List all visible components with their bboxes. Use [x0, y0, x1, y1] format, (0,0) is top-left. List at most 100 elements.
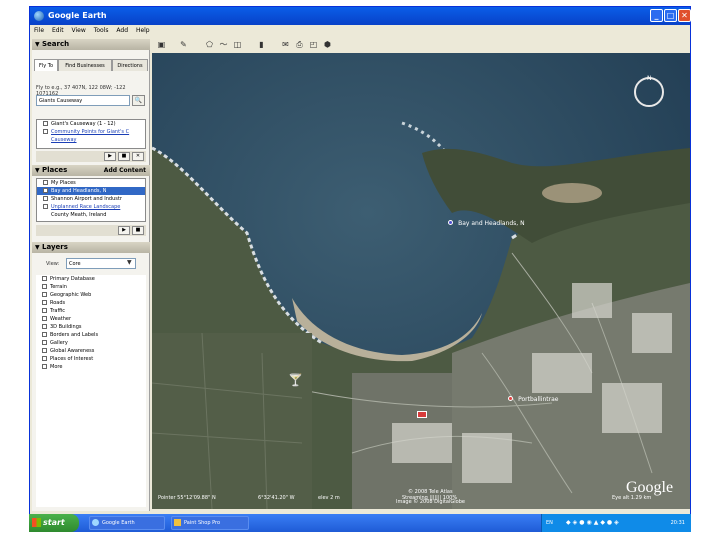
map-status-bar: Pointer 55°12'09.88" N 6°32'41.20" W ele… [152, 495, 690, 503]
menu-bar: File Edit View Tools Add Help [30, 25, 690, 37]
search-panel-title: Search [42, 40, 70, 48]
map-label: Bay and Headlands, N [458, 220, 525, 227]
start-button[interactable]: start [29, 514, 79, 532]
paint-shop-pro-icon [174, 519, 181, 526]
windows-logo-icon [32, 518, 41, 527]
sidebar-toggle-icon[interactable]: ▣ [156, 39, 167, 50]
cocktail-bar-icon[interactable]: 🍸 [288, 373, 303, 387]
lodging-icon[interactable] [417, 411, 427, 418]
layers-panel-header[interactable]: ▼ Layers [32, 242, 150, 253]
language-indicator[interactable]: EN [546, 514, 553, 532]
menu-help[interactable]: Help [136, 27, 150, 34]
placemark-icon[interactable]: ✎ [178, 39, 189, 50]
layers-list: Primary Database Terrain Geographic Web … [36, 275, 146, 507]
collapse-icon: ▼ [35, 41, 40, 48]
add-content-button[interactable]: Add Content [104, 165, 146, 176]
search-results-list: Giant's Causeway (1 - 12) Community Poin… [36, 119, 146, 149]
windows-taskbar: start Google Earth Paint Shop Pro EN ◆◈●… [29, 514, 691, 532]
places-panel-header[interactable]: ▼ Places Add Content [32, 165, 150, 176]
status-elevation: elev 2 m [318, 495, 340, 501]
satellite-map-view[interactable]: N Bay and Headlands, N Portballintrae 🍸 … [152, 53, 690, 509]
status-pointer: Pointer 55°12'09.88" N [158, 495, 216, 501]
stop-button[interactable]: ■ [132, 226, 144, 235]
list-item[interactable]: Terrain [36, 283, 146, 291]
collapse-icon: ▼ [35, 244, 40, 251]
collapse-icon: ▼ [35, 167, 40, 174]
play-button[interactable]: ▶ [118, 226, 130, 235]
placemark-pin-icon [508, 396, 513, 401]
list-item[interactable]: Global Awareness [36, 347, 146, 355]
map-label: Portballintrae [518, 396, 559, 403]
menu-edit[interactable]: Edit [52, 27, 64, 34]
menu-add[interactable]: Add [116, 27, 128, 34]
placemark-pin-icon [448, 220, 453, 225]
close-button[interactable]: ✕ [678, 9, 691, 22]
list-item[interactable]: Traffic [36, 307, 146, 315]
list-item[interactable]: Causeway [37, 136, 145, 144]
google-earth-window: Google Earth _ □ ✕ File Edit View Tools … [29, 6, 691, 532]
navigation-compass-icon[interactable]: N [634, 75, 664, 107]
list-item[interactable]: Roads [36, 299, 146, 307]
list-item[interactable]: Places of Interest [36, 355, 146, 363]
ruler-icon[interactable]: ▮ [256, 39, 267, 50]
clock[interactable]: 20:31 [671, 514, 685, 532]
google-earth-icon [92, 519, 99, 526]
places-list: My Places Bay and Headlands, N Shannon A… [36, 178, 146, 222]
menu-file[interactable]: File [34, 27, 44, 34]
view-label: View: [46, 261, 60, 267]
tab-find-businesses[interactable]: Find Businesses [58, 59, 112, 71]
list-item[interactable]: Bay and Headlands, N [37, 187, 145, 195]
list-item[interactable]: Giant's Causeway (1 - 12) [37, 120, 145, 128]
title-bar[interactable]: Google Earth _ □ ✕ [30, 7, 691, 25]
status-eye-altitude: Eye alt 1.29 km [612, 495, 652, 501]
path-icon[interactable]: 〜 [218, 39, 229, 50]
list-item[interactable]: Shannon Airport and Industr [37, 195, 145, 203]
menu-view[interactable]: View [72, 27, 86, 34]
overlay-icon[interactable]: ◫ [232, 39, 243, 50]
search-panel-header[interactable]: ▼ Search [32, 39, 150, 50]
taskbar-google-earth[interactable]: Google Earth [89, 516, 165, 530]
menu-tools[interactable]: Tools [94, 27, 109, 34]
gallery-icon[interactable]: ⬢ [322, 39, 333, 50]
tab-directions[interactable]: Directions [112, 59, 148, 71]
list-item[interactable]: Weather [36, 315, 146, 323]
email-icon[interactable]: ✉ [280, 39, 291, 50]
tray-icons[interactable]: ◆◈●◉▲◆●◈ [566, 519, 656, 527]
list-item[interactable]: Borders and Labels [36, 331, 146, 339]
list-item[interactable]: Unplanned Race Landscape [37, 203, 145, 211]
play-button[interactable]: ▶ [104, 152, 116, 161]
satellite-image [152, 53, 690, 509]
minimize-button[interactable]: _ [650, 9, 663, 22]
places-panel-title: Places [42, 166, 68, 174]
map-toolbar: ▣ ✎ ⬠ 〜 ◫ ▮ ✉ ⎙ ◰ ⬢ [152, 38, 688, 52]
search-button[interactable]: 🔍 [132, 95, 145, 106]
status-streaming: Streaming ||||||| 100% [402, 495, 458, 501]
system-tray: EN ◆◈●◉▲◆●◈ 20:31 [541, 514, 691, 532]
list-item[interactable]: My Places [37, 179, 145, 187]
list-item[interactable]: Geographic Web [36, 291, 146, 299]
polygon-icon[interactable]: ⬠ [204, 39, 215, 50]
list-item[interactable]: Gallery [36, 339, 146, 347]
stop-button[interactable]: ■ [118, 152, 130, 161]
google-earth-icon [34, 11, 44, 21]
tab-fly-to[interactable]: Fly To [34, 59, 58, 71]
list-item[interactable]: County Meath, Ireland [37, 211, 145, 219]
list-item[interactable]: Community Points for Giant's C [37, 128, 145, 136]
taskbar-paint-shop-pro[interactable]: Paint Shop Pro [171, 516, 249, 530]
maps-icon[interactable]: ◰ [308, 39, 319, 50]
clear-button[interactable]: ✕ [132, 152, 144, 161]
search-tour-controls: ▶ ■ ✕ [36, 151, 146, 162]
placemark-bay-headlands[interactable]: Bay and Headlands, N [448, 210, 525, 229]
sidebar: ▼ Search Fly To Find Businesses Directio… [32, 39, 150, 511]
placemark-portballintrae[interactable]: Portballintrae [508, 386, 558, 405]
fly-to-input[interactable]: Giants Causeway [36, 95, 130, 106]
layers-panel-title: Layers [42, 243, 68, 251]
list-item[interactable]: More [36, 363, 146, 371]
print-icon[interactable]: ⎙ [294, 39, 305, 50]
window-title: Google Earth [48, 11, 107, 20]
maximize-button[interactable]: □ [664, 9, 677, 22]
list-item[interactable]: Primary Database [36, 275, 146, 283]
view-select[interactable]: Core [66, 258, 136, 269]
list-item[interactable]: 3D Buildings [36, 323, 146, 331]
chevron-down-icon[interactable]: ▼ [127, 259, 132, 266]
